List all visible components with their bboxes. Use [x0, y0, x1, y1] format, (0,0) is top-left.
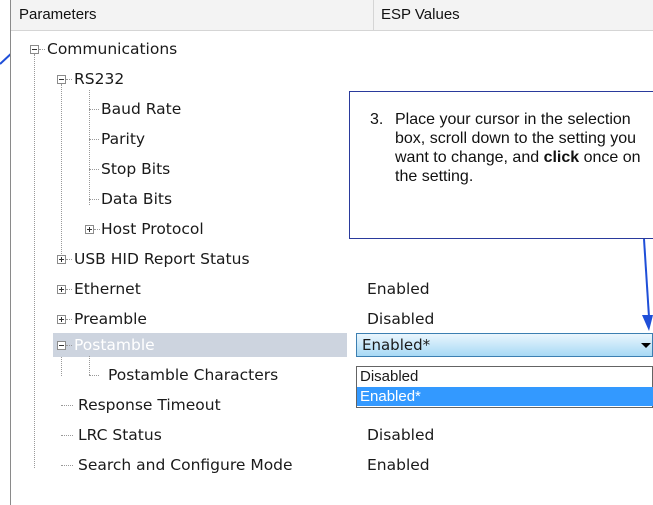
- expand-icon[interactable]: [57, 255, 66, 264]
- tree-item-response-timeout[interactable]: Response Timeout: [0, 394, 340, 416]
- tree-line: [89, 139, 99, 140]
- preamble-value: Disabled: [367, 310, 435, 328]
- tree-line: [61, 405, 73, 406]
- collapse-icon[interactable]: [57, 341, 66, 350]
- callout-bold-text: click: [543, 149, 580, 166]
- callout-text: Place your cursor in the selection box, …: [395, 111, 641, 185]
- esp-values-header: ESP Values: [381, 6, 460, 23]
- tree-line: [66, 259, 72, 260]
- ethernet-value: Enabled: [367, 280, 430, 298]
- tree-line: [66, 319, 72, 320]
- tree-line: [61, 465, 73, 466]
- tree-item-host-protocol[interactable]: Host Protocol: [0, 218, 340, 240]
- tree-item-postamble[interactable]: Postamble: [0, 334, 350, 356]
- tree-line: [66, 289, 72, 290]
- tree-item-communications[interactable]: Communications: [0, 38, 350, 60]
- tree-line: [89, 169, 99, 170]
- search-configure-value: Enabled: [367, 456, 430, 474]
- column-header: Parameters ESP Values: [11, 0, 653, 31]
- tree-line: [89, 375, 99, 376]
- tree-line: [89, 356, 90, 375]
- collapse-icon[interactable]: [30, 45, 39, 54]
- expand-icon[interactable]: [85, 225, 94, 234]
- dropdown-option-enabled[interactable]: Enabled*: [357, 387, 653, 406]
- dropdown-list[interactable]: Disabled Enabled*: [356, 366, 653, 408]
- tree-item-search-configure-mode[interactable]: Search and Configure Mode Enabled: [0, 454, 500, 476]
- collapse-icon[interactable]: [57, 75, 66, 84]
- dropdown-selected-value: Enabled*: [362, 336, 431, 354]
- tree-item-baud-rate[interactable]: Baud Rate: [0, 98, 340, 120]
- callout-arrow-icon: [642, 239, 653, 331]
- tree-item-lrc-status[interactable]: LRC Status Disabled: [0, 424, 500, 446]
- tree-line: [89, 109, 99, 110]
- tree-line: [89, 199, 99, 200]
- tree-line: [39, 49, 45, 50]
- callout-step-number: 3.: [370, 111, 384, 128]
- tree-item-postamble-characters[interactable]: Postamble Characters: [0, 356, 340, 386]
- tree-item-preamble[interactable]: Preamble Disabled: [0, 308, 500, 330]
- header-divider: [373, 0, 374, 30]
- postamble-value-dropdown[interactable]: Enabled*: [356, 333, 653, 357]
- tree-line: [94, 229, 100, 230]
- tree-item-usb-hid-report-status[interactable]: USB HID Report Status: [0, 248, 350, 270]
- tree-item-stop-bits[interactable]: Stop Bits: [0, 158, 340, 180]
- dropdown-arrow-icon[interactable]: [641, 343, 651, 348]
- dropdown-option-disabled[interactable]: Disabled: [357, 367, 653, 386]
- lrc-status-value: Disabled: [367, 426, 435, 444]
- tree-item-data-bits[interactable]: Data Bits: [0, 188, 340, 210]
- tree-item-parity[interactable]: Parity: [0, 128, 340, 150]
- instruction-callout: 3. Place your cursor in the selection bo…: [349, 91, 653, 239]
- tree-line: [66, 79, 72, 80]
- tree-line: [61, 435, 73, 436]
- tree-item-rs232[interactable]: RS232: [0, 68, 350, 90]
- tree-line: [66, 345, 72, 346]
- parameters-header: Parameters: [19, 6, 97, 23]
- expand-icon[interactable]: [57, 315, 66, 324]
- tree-item-ethernet[interactable]: Ethernet Enabled: [0, 278, 500, 300]
- expand-icon[interactable]: [57, 285, 66, 294]
